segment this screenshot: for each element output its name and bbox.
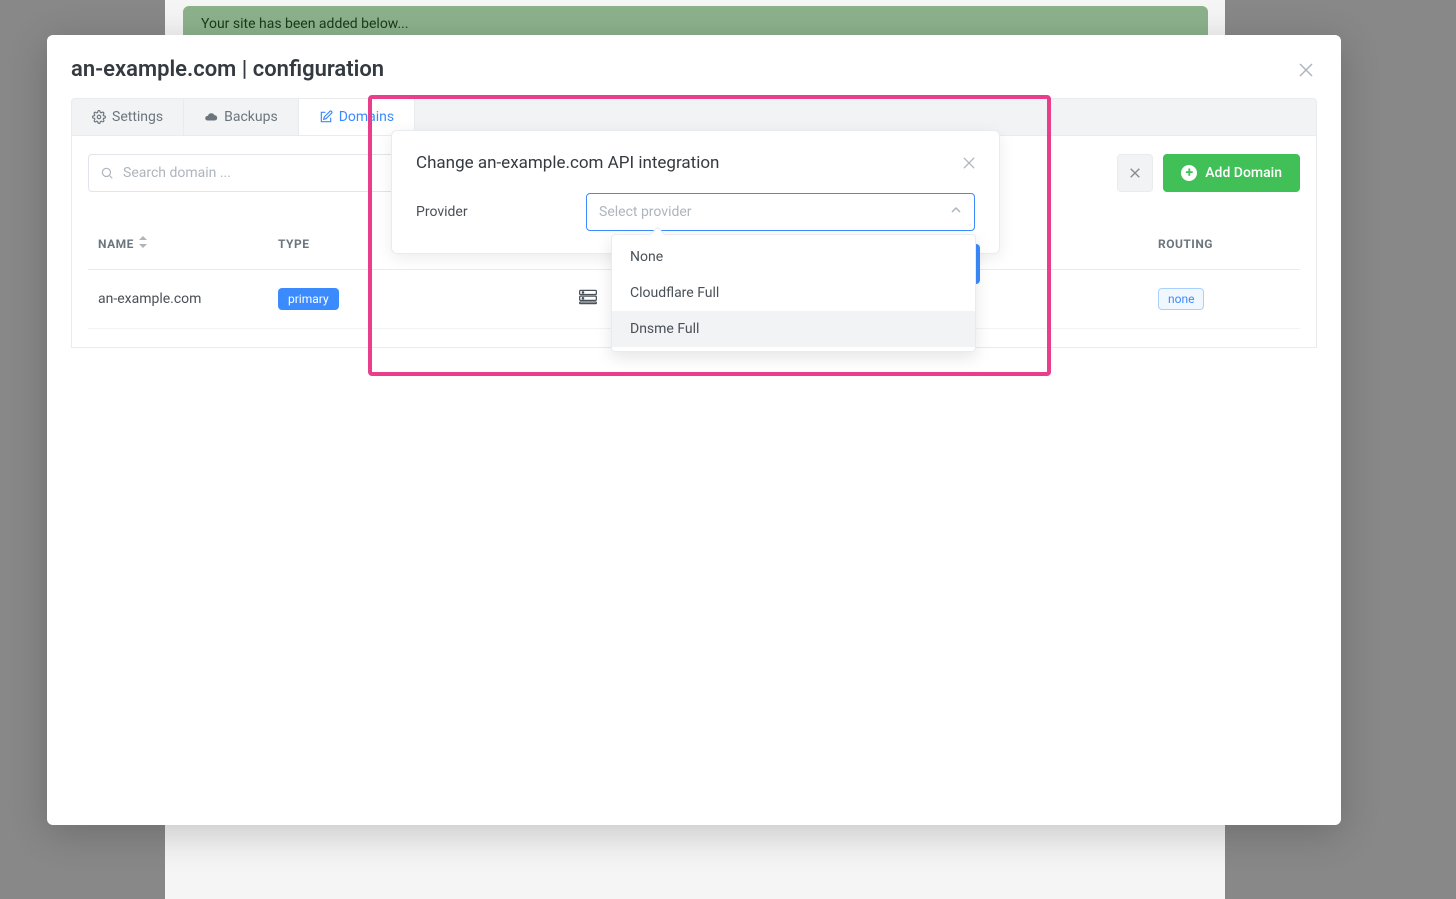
dropdown-option-cloudflare-full[interactable]: Cloudflare Full: [612, 275, 975, 311]
cloud-icon: [204, 110, 218, 124]
tab-settings[interactable]: Settings: [72, 99, 184, 135]
type-cell: primary: [278, 288, 458, 310]
sub-modal-close-button[interactable]: [963, 154, 975, 173]
dropdown-option-dnsme-full[interactable]: Dnsme Full: [612, 311, 975, 347]
provider-dropdown: None Cloudflare Full Dnsme Full: [611, 234, 976, 352]
sub-modal-title: Change an-example.com API integration: [416, 153, 719, 173]
success-banner-text: Your site has been added below...: [201, 16, 409, 32]
close-icon: [1130, 168, 1140, 178]
select-placeholder: Select provider: [599, 204, 692, 220]
close-icon: [963, 157, 975, 169]
add-domain-label: Add Domain: [1205, 165, 1282, 181]
add-domain-button[interactable]: + Add Domain: [1163, 154, 1300, 192]
sub-modal-body: Provider Select provider: [416, 193, 975, 231]
server-icon: [578, 288, 598, 310]
right-controls: + Add Domain: [1117, 154, 1300, 192]
routing-badge[interactable]: none: [1158, 288, 1204, 310]
tab-label: Settings: [112, 109, 163, 125]
column-type-label: TYPE: [278, 237, 309, 251]
tab-label: Backups: [224, 109, 278, 125]
plus-circle-icon: +: [1181, 165, 1197, 181]
tab-backups[interactable]: Backups: [184, 99, 299, 135]
column-name[interactable]: NAME: [98, 236, 278, 251]
routing-cell: none: [1158, 288, 1308, 310]
close-icon: [1299, 63, 1313, 77]
search-wrap: [88, 154, 408, 192]
type-badge: primary: [278, 288, 339, 310]
column-name-label: NAME: [98, 237, 134, 251]
sub-modal-header: Change an-example.com API integration: [416, 153, 975, 173]
chevron-up-icon: [950, 204, 962, 220]
edit-icon: [319, 110, 333, 124]
sort-icon: [138, 236, 148, 251]
modal-close-button[interactable]: [1299, 61, 1317, 79]
clear-button[interactable]: [1117, 154, 1153, 192]
column-routing-label: ROUTING: [1158, 237, 1213, 251]
search-icon: [100, 165, 114, 184]
provider-select[interactable]: Select provider: [586, 193, 975, 231]
dropdown-option-none[interactable]: None: [612, 239, 975, 275]
search-input[interactable]: [88, 154, 408, 192]
provider-label: Provider: [416, 204, 566, 220]
modal-header: an-example.com | configuration: [47, 35, 1341, 98]
tab-label: Domains: [339, 109, 394, 125]
domain-name-cell: an-example.com: [98, 291, 278, 307]
column-routing: ROUTING: [1158, 236, 1308, 251]
modal-title: an-example.com | configuration: [71, 57, 384, 82]
gear-icon: [92, 110, 106, 124]
